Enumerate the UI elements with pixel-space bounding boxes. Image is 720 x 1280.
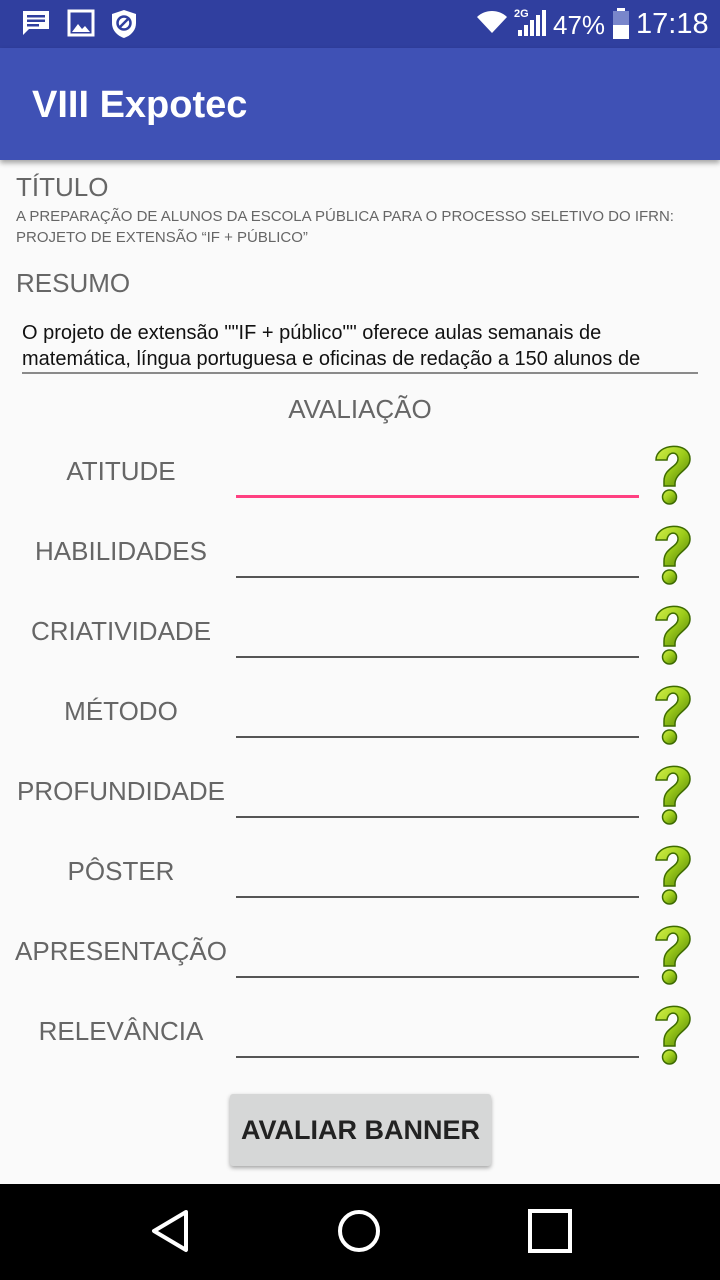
profundidade-score-input[interactable] (236, 770, 639, 818)
navigation-bar (0, 1184, 720, 1280)
criterion-label: HABILIDADES (35, 536, 207, 566)
battery-icon (613, 8, 629, 39)
status-bar: 2G 47% 17:18 (0, 0, 720, 48)
atitude-score-input[interactable] (236, 450, 639, 498)
clock: 17:18 (636, 8, 709, 40)
resumo-text-field[interactable]: O projeto de extensão ""IF + público"" o… (22, 320, 698, 374)
criterion-row-criatividade: CRIATIVIDADE (0, 600, 720, 680)
criterion-label: PÔSTER (67, 856, 175, 886)
criterion-row-metodo: MÉTODO (0, 680, 720, 760)
back-icon[interactable] (146, 1206, 196, 1256)
avaliar-banner-button[interactable]: AVALIAR BANNER (230, 1094, 491, 1166)
help-question-icon[interactable] (642, 440, 700, 506)
metodo-score-input[interactable] (236, 690, 639, 738)
help-question-icon[interactable] (642, 760, 700, 826)
criterion-row-habilidades: HABILIDADES (0, 520, 720, 600)
app-title: VIII Expotec (32, 84, 248, 126)
criatividade-score-input[interactable] (236, 610, 639, 658)
criterion-row-atitude: ATITUDE (0, 440, 720, 520)
block-icon (112, 10, 136, 38)
criterion-label: MÉTODO (64, 696, 178, 726)
help-question-icon[interactable] (642, 920, 700, 986)
titulo-text: A PREPARAÇÃO DE ALUNOS DA ESCOLA PÚBLICA… (16, 208, 674, 246)
criterion-row-apresentacao: APRESENTAÇÃO (0, 920, 720, 1000)
criterion-label: CRIATIVIDADE (30, 616, 212, 646)
criterion-row-profundidade: PROFUNDIDADE (0, 760, 720, 840)
relevancia-score-input[interactable] (236, 1010, 639, 1058)
help-question-icon[interactable] (642, 600, 700, 666)
home-icon[interactable] (334, 1206, 384, 1256)
signal-icon (518, 10, 546, 36)
avaliacao-heading: AVALIAÇÃO (288, 394, 432, 424)
apresentacao-score-input[interactable] (236, 930, 639, 978)
app-bar: VIII Expotec (0, 48, 720, 160)
wifi-icon (477, 11, 507, 33)
resumo-label: RESUMO (16, 268, 131, 298)
help-question-icon[interactable] (642, 840, 700, 906)
recents-icon[interactable] (525, 1206, 575, 1256)
message-icon (23, 11, 49, 35)
poster-score-input[interactable] (236, 850, 639, 898)
criterion-label: APRESENTAÇÃO (15, 936, 227, 966)
resumo-text: O projeto de extensão ""IF + público"" o… (22, 322, 641, 370)
help-question-icon[interactable] (642, 520, 700, 586)
titulo-label: TÍTULO (16, 172, 109, 202)
help-question-icon[interactable] (642, 680, 700, 746)
criterion-label: PROFUNDIDADE (16, 776, 225, 806)
help-question-icon[interactable] (642, 1000, 700, 1066)
battery-percentage: 47% (553, 10, 606, 40)
criterion-label: ATITUDE (66, 456, 176, 486)
criterion-label: RELEVÂNCIA (38, 1016, 204, 1046)
criterion-row-poster: PÔSTER (0, 840, 720, 920)
criterion-row-relevancia: RELEVÂNCIA (0, 1000, 720, 1080)
image-icon (67, 9, 95, 37)
habilidades-score-input[interactable] (236, 530, 639, 578)
